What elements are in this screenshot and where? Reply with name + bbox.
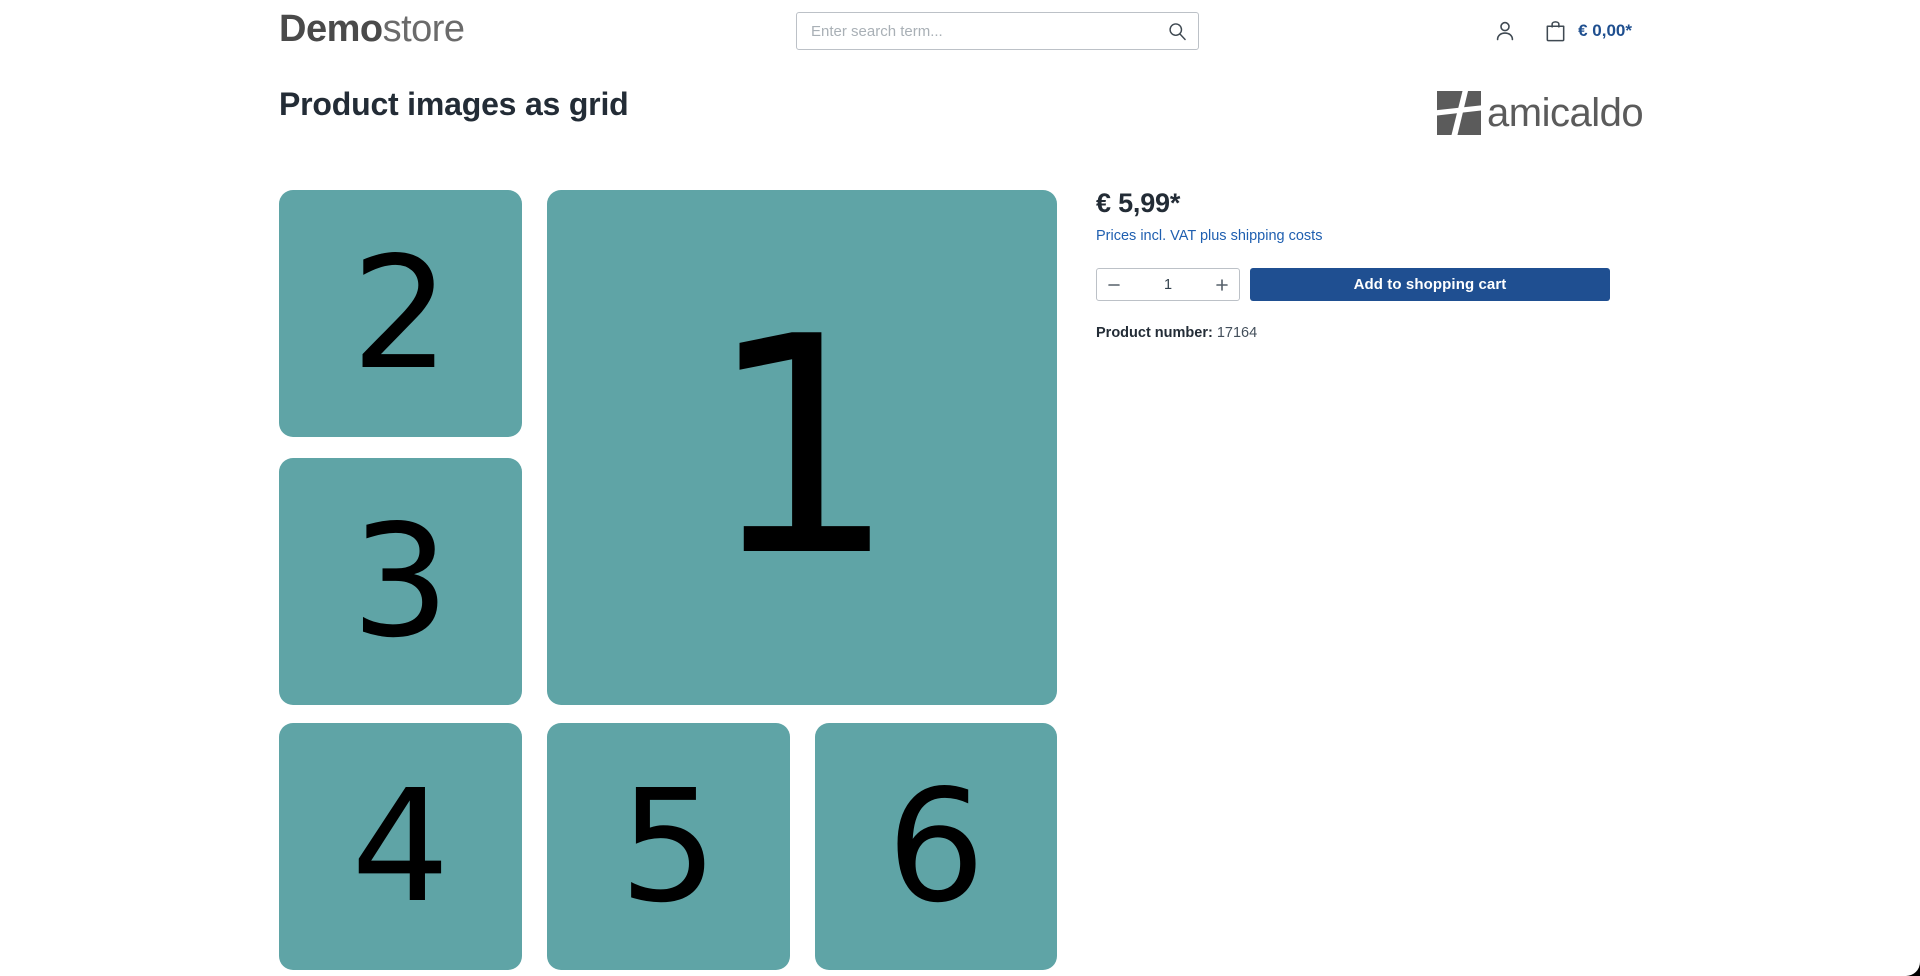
shopping-bag-icon	[1546, 20, 1565, 41]
quantity-decrease-button[interactable]	[1097, 269, 1131, 300]
product-image-tile-main[interactable]: 1	[547, 190, 1057, 705]
product-number-value: 17164	[1216, 325, 1258, 341]
tile-number: 5	[619, 756, 718, 937]
quantity-increase-button[interactable]	[1205, 269, 1239, 300]
tile-number: 2	[351, 223, 450, 404]
product-number-label: Product number:	[1096, 325, 1213, 341]
product-image-tile[interactable]: 6	[815, 723, 1057, 970]
manufacturer-logo[interactable]: amicaldo	[1437, 91, 1644, 135]
tile-number: 6	[886, 756, 986, 937]
search-button[interactable]	[1156, 13, 1198, 49]
product-image-tile[interactable]: 4	[279, 723, 522, 970]
site-logo-bold: Demo	[279, 8, 383, 50]
site-header: Demostore Enter search term... € 0,00*	[0, 0, 1920, 62]
page-title: Product images as grid	[279, 86, 629, 122]
site-logo[interactable]: Demostore	[279, 6, 465, 52]
product-image-tile[interactable]: 2	[279, 190, 522, 437]
search-icon	[1168, 22, 1186, 40]
product-number: Product number: 17164	[1096, 323, 1644, 343]
product-price: € 5,99*	[1096, 188, 1181, 218]
manufacturer-name: amicaldo	[1487, 91, 1644, 135]
buy-row: 1 Add to shopping cart	[1096, 268, 1644, 301]
account-button[interactable]	[1493, 19, 1517, 43]
cart-button[interactable]: € 0,00*	[1543, 19, 1632, 44]
amicaldo-logo-mark-icon	[1437, 91, 1481, 135]
tile-number: 4	[351, 756, 450, 937]
quantity-value[interactable]: 1	[1131, 277, 1205, 293]
plus-icon	[1216, 278, 1228, 291]
product-image-tile[interactable]: 3	[279, 458, 522, 705]
tax-info-link[interactable]: Prices incl. VAT plus shipping costs	[1096, 226, 1322, 246]
cart-amount: € 0,00*	[1578, 21, 1632, 40]
browser-viewport: Demostore Enter search term... € 0,00* P…	[0, 0, 1920, 976]
site-logo-light: store	[382, 8, 465, 50]
search-input[interactable]	[797, 13, 1157, 49]
tile-number: 3	[351, 491, 450, 672]
minus-icon	[1108, 283, 1120, 286]
add-to-cart-button[interactable]: Add to shopping cart	[1250, 268, 1610, 301]
product-buy-box: € 5,99* Prices incl. VAT plus shipping c…	[1096, 186, 1644, 343]
product-image-grid: 2 3 1 4 5 6	[279, 190, 1058, 976]
header-actions: € 0,00*	[1493, 12, 1632, 50]
search-box[interactable]	[796, 12, 1199, 50]
tile-number: 1	[706, 272, 898, 622]
user-icon	[1496, 21, 1514, 41]
product-image-tile[interactable]: 5	[547, 723, 790, 970]
quantity-stepper[interactable]: 1	[1096, 268, 1240, 301]
